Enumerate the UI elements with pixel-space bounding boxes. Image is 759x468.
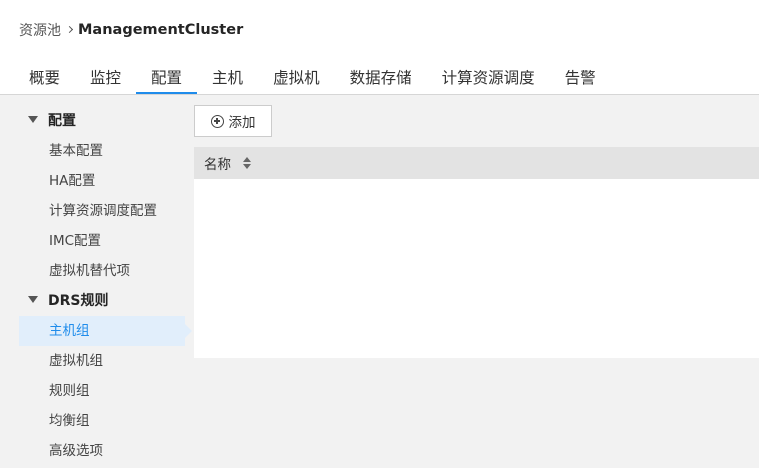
- main-panel: 添加 名称: [192, 95, 759, 468]
- sidebar-group-label: DRS规则: [48, 293, 109, 309]
- tab-monitor[interactable]: 监控: [75, 62, 136, 95]
- table-header: 名称: [194, 147, 759, 179]
- tab-vms[interactable]: 虚拟机: [258, 62, 335, 95]
- sidebar-item-ha-config[interactable]: HA配置: [19, 166, 185, 196]
- add-button[interactable]: 添加: [194, 105, 272, 137]
- tab-configure[interactable]: 配置: [136, 62, 198, 95]
- chevron-right-icon: [65, 25, 75, 35]
- tab-compute-scheduling[interactable]: 计算资源调度: [427, 62, 550, 95]
- sidebar-group-drs-rules[interactable]: DRS规则: [28, 285, 108, 315]
- sidebar-item-advanced-options[interactable]: 高级选项: [19, 436, 185, 466]
- sidebar-group-config[interactable]: 配置: [28, 105, 76, 135]
- tab-hosts[interactable]: 主机: [197, 62, 258, 95]
- host-group-table: 名称: [194, 147, 759, 358]
- sidebar-item-vm-overrides[interactable]: 虚拟机替代项: [19, 256, 185, 286]
- page-title: ManagementCluster: [78, 22, 244, 38]
- sidebar-item-imc-config[interactable]: IMC配置: [19, 226, 185, 256]
- tab-datastores[interactable]: 数据存储: [335, 62, 427, 95]
- tab-summary[interactable]: 概要: [14, 62, 75, 95]
- sidebar-item-balance-groups[interactable]: 均衡组: [19, 406, 185, 436]
- sidebar-item-compute-scheduling-config[interactable]: 计算资源调度配置: [19, 196, 185, 226]
- table-body: [194, 179, 759, 358]
- sort-icon[interactable]: [243, 157, 252, 169]
- sidebar: 配置 基本配置 HA配置 计算资源调度配置 IMC配置 虚拟机替代项 DRS规则…: [0, 95, 192, 468]
- tab-alarms[interactable]: 告警: [550, 62, 611, 95]
- caret-down-icon: [28, 115, 38, 123]
- sidebar-item-host-groups[interactable]: 主机组: [19, 316, 192, 346]
- caret-down-icon: [28, 295, 38, 303]
- plus-circle-icon: [210, 114, 224, 128]
- sidebar-item-vm-groups[interactable]: 虚拟机组: [19, 346, 185, 376]
- sidebar-item-basic-config[interactable]: 基本配置: [19, 136, 185, 166]
- sidebar-item-rule-groups[interactable]: 规则组: [19, 376, 185, 406]
- add-button-label: 添加: [228, 115, 256, 131]
- column-header-name[interactable]: 名称: [194, 153, 252, 173]
- page-header: 资源池 ManagementCluster 概要 监控 配置 主机 虚拟机 数据…: [0, 0, 759, 95]
- breadcrumb-parent-link[interactable]: 资源池: [19, 20, 61, 40]
- breadcrumb: 资源池 ManagementCluster: [19, 20, 243, 40]
- tab-bar: 概要 监控 配置 主机 虚拟机 数据存储 计算资源调度 告警: [14, 62, 611, 95]
- column-header-label: 名称: [204, 157, 231, 173]
- sidebar-group-label: 配置: [48, 113, 76, 129]
